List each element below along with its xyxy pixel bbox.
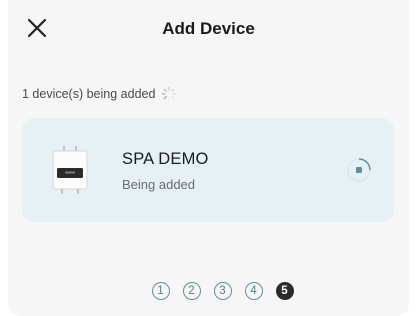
device-name: SPA DEMO: [122, 150, 209, 168]
step-5[interactable]: 5: [275, 282, 294, 300]
progress-ring-icon: [347, 158, 371, 182]
page-title: Add Device: [162, 19, 255, 38]
device-card[interactable]: SPA DEMO Being added: [22, 118, 394, 222]
adding-status-text: 1 device(s) being added: [22, 87, 156, 101]
step-2[interactable]: 2: [182, 282, 201, 300]
step-indicator: 1 2 3 4 5: [8, 282, 409, 300]
add-device-sheet: Add Device 1 device(s) being added SPA D…: [8, 0, 409, 316]
step-1[interactable]: 1: [151, 282, 170, 300]
step-3[interactable]: 3: [213, 282, 232, 300]
device-thumbnail: [52, 146, 88, 194]
device-status: Being added: [122, 177, 196, 192]
step-4[interactable]: 4: [244, 282, 263, 300]
loading-spinner-icon: [162, 86, 177, 102]
adding-status: 1 device(s) being added: [22, 86, 177, 102]
